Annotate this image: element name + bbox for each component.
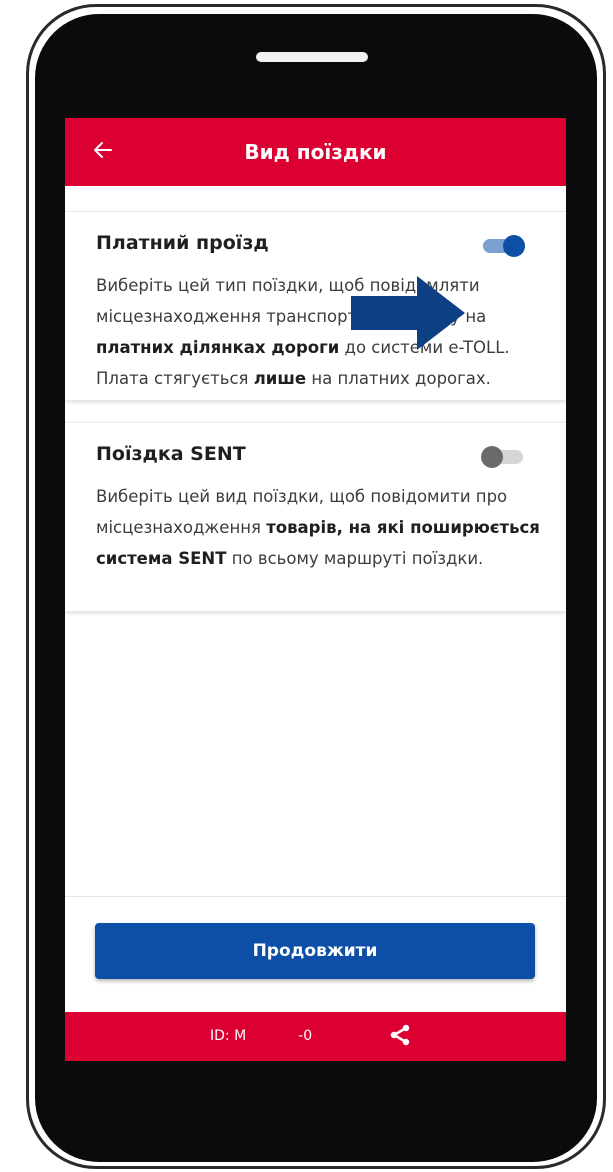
- device-id-suffix: -0: [298, 1028, 313, 1044]
- share-icon[interactable]: [389, 1024, 411, 1046]
- footer-area: Продовжити: [65, 896, 566, 1014]
- card-description: Виберіть цей вид поїздки, щоб повідомити…: [96, 481, 556, 574]
- toll-trip-toggle[interactable]: [479, 234, 527, 258]
- toggle-knob: [503, 235, 525, 257]
- device-id: ID: M -0: [210, 1028, 312, 1044]
- phone-speaker: [256, 52, 368, 62]
- continue-button[interactable]: Продовжити: [95, 923, 535, 979]
- toggle-knob: [481, 446, 503, 468]
- emphasis-text: лише: [253, 369, 307, 388]
- card-title: Платний проїзд: [96, 232, 269, 254]
- sent-trip-toggle[interactable]: [479, 445, 527, 469]
- trip-type-card-toll: Платний проїзд Виберіть цей тип поїздки,…: [65, 211, 566, 400]
- emphasis-text: платних ділянках дороги: [96, 338, 340, 357]
- card-description: Виберіть цей тип поїздки, щоб повідомлят…: [96, 270, 556, 394]
- app-screen: Вид поїздки Платний проїзд Виберіть цей …: [65, 118, 566, 1061]
- arrow-right-icon: [351, 276, 465, 350]
- bottom-bar: ID: M -0: [65, 1012, 566, 1061]
- description-text: на платних дорогах.: [306, 369, 491, 388]
- device-id-prefix: ID: M: [210, 1028, 247, 1044]
- card-title: Поїздка SENT: [96, 443, 246, 465]
- description-text: по всьому маршруті поїздки.: [226, 549, 484, 568]
- content-area: Платний проїзд Виберіть цей тип поїздки,…: [65, 186, 566, 923]
- top-app-bar: Вид поїздки: [65, 118, 566, 186]
- page-title: Вид поїздки: [244, 140, 387, 164]
- trip-type-card-sent: Поїздка SENT Виберіть цей вид поїздки, щ…: [65, 422, 566, 611]
